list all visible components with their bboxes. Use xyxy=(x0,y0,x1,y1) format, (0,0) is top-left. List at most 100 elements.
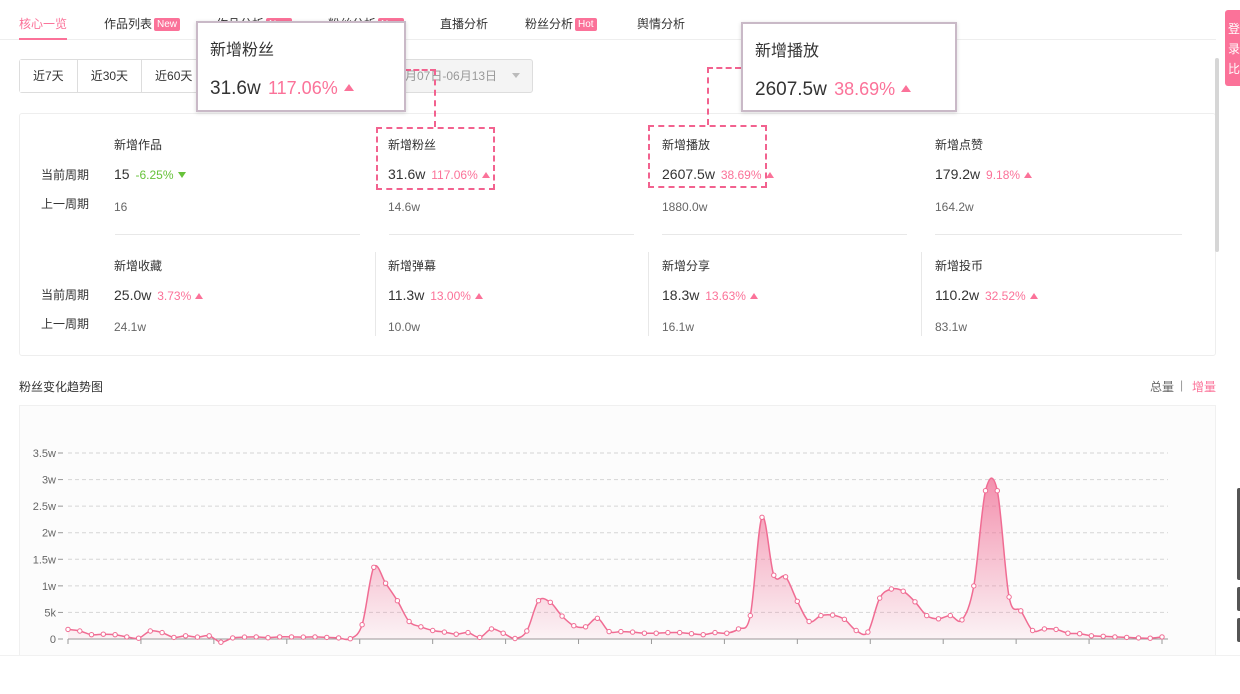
data-point xyxy=(77,628,83,634)
data-point xyxy=(88,632,95,638)
toggle-total[interactable]: 总量 xyxy=(1150,378,1174,395)
stat-current: 11.3w 13.00% xyxy=(388,287,483,303)
stat-previous: 16.1w xyxy=(662,320,695,334)
data-point xyxy=(441,629,448,635)
tab-core-overview[interactable]: 核心一览 xyxy=(19,15,67,32)
toggle-increment[interactable]: 增量 xyxy=(1192,378,1216,395)
data-point xyxy=(265,635,271,641)
data-point xyxy=(606,628,612,635)
data-point xyxy=(947,612,953,619)
data-point xyxy=(1006,594,1012,600)
data-point xyxy=(700,632,706,638)
data-point xyxy=(806,618,812,625)
arrow-up-icon xyxy=(195,293,204,299)
data-point xyxy=(582,624,589,630)
scrollbar[interactable] xyxy=(1215,58,1219,252)
popup-value: 2607.5w 38.69% xyxy=(755,79,912,101)
stats-card: 当前周期 上一周期 当前周期 上一周期 xyxy=(19,113,1216,356)
data-point xyxy=(794,598,800,605)
data-point xyxy=(335,635,342,641)
data-point xyxy=(347,636,353,642)
stat-title: 新增分享 xyxy=(662,259,711,273)
trend-title: 粉丝变化趋势图 xyxy=(19,380,104,394)
data-point xyxy=(782,574,789,580)
hot-badge: Hot xyxy=(575,18,597,31)
data-point xyxy=(665,629,671,636)
data-point xyxy=(194,634,201,640)
data-point xyxy=(206,633,212,639)
y-tick-label: 5k xyxy=(44,607,56,619)
data-point xyxy=(594,615,601,622)
data-point xyxy=(1100,633,1106,640)
data-point xyxy=(524,628,530,634)
stat-change-pct: 3.73% xyxy=(157,289,192,303)
data-point xyxy=(230,635,236,641)
data-point xyxy=(959,617,965,623)
data-point xyxy=(618,628,624,635)
side-login-tab[interactable]: 登 录 比 xyxy=(1225,10,1240,86)
connector-line xyxy=(707,67,709,125)
popup-pct: 117.06% xyxy=(267,78,338,98)
side-tab-char: 录 xyxy=(1228,42,1240,56)
data-point xyxy=(312,634,318,640)
stat-title: 新增作品 xyxy=(114,138,163,152)
connector-line xyxy=(707,67,741,69)
chevron-down-icon xyxy=(512,73,520,78)
popup-value: 31.6w 117.06% xyxy=(210,78,354,100)
data-point xyxy=(735,626,742,632)
tab-fans-analysis[interactable]: 粉丝分析 Hot xyxy=(525,15,597,32)
trend-chart: 0 5k 1w 1.5w 2w 2.5w 3w 3.5w xyxy=(19,405,1216,655)
tab-live-analysis[interactable]: 直播分析 xyxy=(440,15,488,32)
tab-public-opinion[interactable]: 舆情分析 xyxy=(637,15,685,32)
data-point xyxy=(65,626,71,633)
stat-current: 110.2w 32.52% xyxy=(935,287,1038,303)
top-nav: 核心一览 作品列表New 作品分析New 粉丝分析New 直播分析 粉丝分析Ho… xyxy=(0,0,1216,40)
data-point xyxy=(1077,631,1083,637)
range-7-days-button[interactable]: 近7天 xyxy=(20,60,78,92)
divider xyxy=(921,252,922,336)
stat-change-pct: -6.25% xyxy=(135,168,174,182)
date-range-buttons: 近7天 近30天 近60天 xyxy=(19,59,207,93)
y-tick-label: 2w xyxy=(42,528,56,540)
data-point xyxy=(1088,633,1095,639)
data-point xyxy=(629,629,636,635)
data-point xyxy=(865,629,871,635)
stat-change-pct: 13.63% xyxy=(705,289,746,303)
tab-works-list[interactable]: 作品列表 New xyxy=(104,15,181,32)
data-point xyxy=(924,612,930,619)
data-point xyxy=(1041,626,1048,632)
bottom-strip xyxy=(0,655,1240,694)
plays-zoom-popup: 新增播放 2607.5w 38.69% xyxy=(741,22,957,112)
data-point xyxy=(1147,635,1153,641)
data-point xyxy=(218,639,224,645)
data-point xyxy=(535,598,542,604)
popup-title: 新增粉丝 xyxy=(210,42,275,59)
toggle-separator: | xyxy=(1180,378,1184,392)
range-30-days-button[interactable]: 近30天 xyxy=(77,60,143,92)
popup-value-number: 31.6w xyxy=(210,78,261,99)
arrow-up-icon xyxy=(1024,172,1033,178)
data-point xyxy=(488,626,495,632)
popup-title: 新增播放 xyxy=(755,43,820,60)
stat-title: 新增投币 xyxy=(935,259,984,273)
popup-pct: 38.69% xyxy=(834,79,896,99)
stat-previous: 16 xyxy=(114,200,128,214)
stat-current-value: 18.3w xyxy=(662,287,700,303)
divider xyxy=(648,252,649,336)
data-point xyxy=(653,630,659,636)
stat-current-value: 25.0w xyxy=(114,287,152,303)
data-point xyxy=(912,599,918,605)
data-point xyxy=(771,572,777,578)
divider xyxy=(662,234,907,235)
stat-current-value: 11.3w xyxy=(388,287,425,303)
data-point xyxy=(288,634,295,640)
data-point xyxy=(512,635,518,642)
stat-current: 15 -6.25% xyxy=(114,166,186,182)
data-point xyxy=(935,616,942,622)
y-tick-label: 1.5w xyxy=(33,554,56,566)
y-tick-label: 1w xyxy=(42,581,56,593)
active-tab-indicator xyxy=(19,38,67,40)
data-point xyxy=(477,634,483,641)
data-point xyxy=(559,613,565,619)
data-point xyxy=(888,586,895,592)
